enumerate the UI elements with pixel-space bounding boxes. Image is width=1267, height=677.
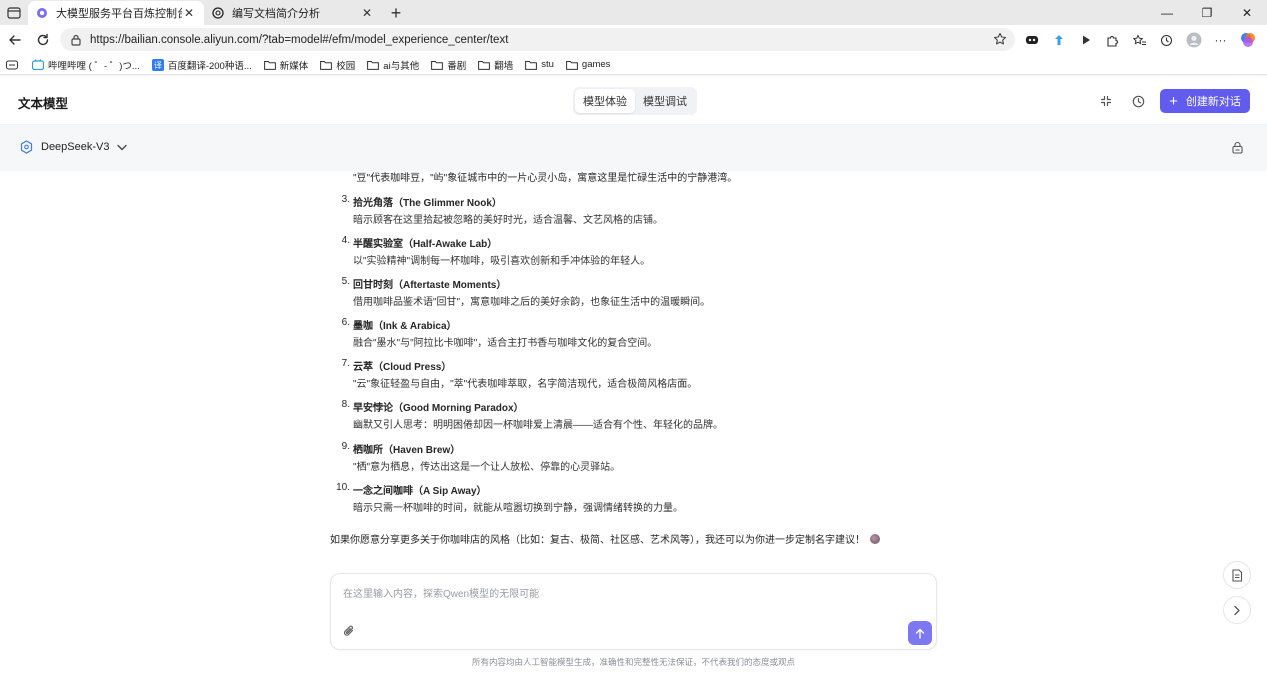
tab-actions-menu-icon[interactable] xyxy=(0,0,28,25)
item-description: 融合"墨水"与"阿拉比卡咖啡"，适合主打书香与咖啡文化的复合空间。 xyxy=(353,338,658,349)
extensions-puzzle-icon[interactable] xyxy=(1099,29,1126,51)
deepseek-model-icon xyxy=(20,140,33,154)
tab-title: 编写文档简介分析 xyxy=(232,8,320,20)
refresh-button[interactable] xyxy=(30,27,56,53)
tab-title: 大模型服务平台百炼控制台 xyxy=(56,8,182,20)
bookmark-bilibili[interactable]: 哔哩哔哩 ( ゜- ゜)つ... xyxy=(32,58,140,72)
baidu-translate-icon: 译 xyxy=(151,58,164,71)
bookmark-folder-stu[interactable]: stu xyxy=(525,59,554,70)
lock-icon[interactable] xyxy=(1231,141,1244,159)
item-title: 半醒实验室（Half-Awake Lab） xyxy=(353,239,498,250)
item-title: 栖咖所（Haven Brew） xyxy=(353,445,461,456)
folder-icon xyxy=(431,60,444,70)
favorites-icon[interactable] xyxy=(1126,29,1153,51)
extensions-row: ··· xyxy=(1018,29,1261,51)
tab-model-experience[interactable]: 模型体验 xyxy=(575,89,635,113)
app-header: 文本模型 模型体验 模型调试 + 创建新对话 xyxy=(0,76,1267,125)
bookmark-baidu-translate[interactable]: 译 百度翻译-200种语... xyxy=(151,58,252,72)
item-description: 以"实验精神"调制每一杯咖啡，吸引喜欢创新和手冲体验的年轻人。 xyxy=(353,256,651,267)
profile-avatar-icon[interactable] xyxy=(1180,29,1207,51)
item-title: 早安悖论（Good Morning Paradox） xyxy=(353,403,524,414)
folder-icon xyxy=(478,60,491,70)
bilibili-icon xyxy=(32,59,44,70)
model-name: DeepSeek-V3 xyxy=(41,141,110,153)
site-info-icon[interactable] xyxy=(70,34,84,46)
bookmark-folder-vpn[interactable]: 翻墙 xyxy=(478,58,513,72)
bookmarks-bar: 哔哩哔哩 ( ゜- ゜)つ... 译 百度翻译-200种语... 新媒体 校园 … xyxy=(0,55,1267,75)
create-new-chat-label: 创建新对话 xyxy=(1185,96,1241,108)
bookmark-folder-anime[interactable]: 番剧 xyxy=(431,58,466,72)
send-button[interactable] xyxy=(908,621,932,645)
back-button[interactable] xyxy=(2,27,28,53)
tab-openai[interactable]: 编写文档简介分析 ✕ xyxy=(204,1,382,25)
item-title: 一念之间咖啡（A Sip Away） xyxy=(353,486,487,497)
bookmark-folder-games[interactable]: games xyxy=(566,59,610,70)
model-selector-bar: DeepSeek-V3 xyxy=(0,125,1267,171)
restore-button[interactable]: ❐ xyxy=(1187,0,1227,25)
minimize-button[interactable]: — xyxy=(1147,0,1187,25)
folder-icon xyxy=(367,60,380,70)
item-description: "栖"意为栖息，传达出这是一个让人放松、停靠的心灵驿站。 xyxy=(353,462,621,473)
bookmark-folder-campus[interactable]: 校园 xyxy=(320,58,355,72)
app-page: 文本模型 模型体验 模型调试 + 创建新对话 DeepSeek-V3 "豆"代表… xyxy=(0,76,1267,677)
page-title: 文本模型 xyxy=(18,97,69,111)
item-title: 回甘时刻（Aftertaste Moments） xyxy=(353,280,507,291)
document-icon-button[interactable] xyxy=(1223,561,1251,589)
copilot-icon[interactable] xyxy=(1234,29,1261,51)
item-title: 墨咖（Ink & Arabica） xyxy=(353,321,457,332)
chat-input-box[interactable]: 在这里输入内容，探索Qwen模型的无限可能 xyxy=(330,573,937,650)
model-selector[interactable]: DeepSeek-V3 xyxy=(20,140,127,154)
folder-icon xyxy=(263,60,276,70)
svg-text:译: 译 xyxy=(154,61,162,70)
browser-tab-bar: 大模型服务平台百炼控制台 ✕ 编写文档简介分析 ✕ + — ❐ ✕ xyxy=(0,0,1267,25)
close-tab-icon[interactable]: ✕ xyxy=(182,6,196,20)
bailian-favicon-icon xyxy=(36,7,48,19)
new-tab-button[interactable]: + xyxy=(382,1,410,25)
close-window-button[interactable]: ✕ xyxy=(1227,0,1267,25)
arrow-up-icon xyxy=(915,628,925,639)
address-toolbar: https://bailian.console.aliyun.com/?tab=… xyxy=(0,25,1267,55)
url-text: https://bailian.console.aliyun.com/?tab=… xyxy=(90,33,509,46)
item-description: 借用咖啡品鉴术语"回甘"，寓意咖啡之后的美好余韵，也象征生活中的温暖瞬间。 xyxy=(353,297,711,308)
collapse-icon[interactable] xyxy=(1099,94,1113,108)
chevron-right-icon-button[interactable] xyxy=(1223,596,1251,624)
folder-icon xyxy=(525,60,538,70)
item-description: 暗示顾客在这里拾起被忽略的美好时光，适合温馨、文艺风格的店铺。 xyxy=(353,215,663,226)
openai-favicon-icon xyxy=(212,7,224,19)
favorite-star-icon[interactable] xyxy=(993,32,1007,49)
item-title: 拾光角落（The Glimmer Nook） xyxy=(353,198,502,209)
history-icon[interactable] xyxy=(1153,29,1180,51)
folder-icon xyxy=(320,60,333,70)
item-description: "云"象征轻盈与自由，"萃"代表咖啡萃取，名字简洁现代，适合极简风格店面。 xyxy=(353,379,698,390)
message-partial-line: "豆"代表咖啡豆，"屿"象征城市中的一片心灵小岛，寓意这里是忙碌生活中的宁静港湾… xyxy=(353,173,738,184)
attachment-icon[interactable] xyxy=(343,624,356,643)
extension-translate-icon[interactable] xyxy=(1045,29,1072,51)
chevron-down-icon xyxy=(116,144,127,151)
more-options-icon[interactable]: ··· xyxy=(1207,29,1234,51)
item-description: 暗示只需一杯咖啡的时间，就能从喧嚣切换到宁静，强调情绪转换的力量。 xyxy=(353,503,683,514)
coffee-emoji-icon xyxy=(870,533,880,544)
ai-disclaimer: 所有内容均由人工智能模型生成，准确性和完整性无法保证，不代表我们的态度或观点 xyxy=(471,657,795,667)
history-clock-icon[interactable] xyxy=(1131,94,1145,108)
closing-message: 如果你愿意分享更多关于你咖啡店的风格（比如：复古、极简、社区感、艺术风等），我还… xyxy=(330,531,880,546)
chat-input-placeholder[interactable]: 在这里输入内容，探索Qwen模型的无限可能 xyxy=(343,585,539,600)
create-new-chat-button[interactable]: + 创建新对话 xyxy=(1160,89,1250,113)
bookmark-folder-media[interactable]: 新媒体 xyxy=(263,58,308,72)
conversation-area: "豆"代表咖啡豆，"屿"象征城市中的一片心灵小岛，寓意这里是忙碌生活中的宁静港湾… xyxy=(0,171,1267,571)
url-bar[interactable]: https://bailian.console.aliyun.com/?tab=… xyxy=(60,28,1015,51)
folder-icon xyxy=(566,60,578,70)
mode-switch: 模型体验 模型调试 xyxy=(573,87,697,115)
tab-model-debug[interactable]: 模型调试 xyxy=(635,89,695,113)
item-title: 云萃（Cloud Press） xyxy=(353,362,452,373)
extension-controller-icon[interactable] xyxy=(1018,29,1045,51)
extension-play-icon[interactable] xyxy=(1072,29,1099,51)
window-controls: — ❐ ✕ xyxy=(1147,0,1267,25)
reading-view-icon[interactable] xyxy=(6,60,18,70)
tab-bailian[interactable]: 大模型服务平台百炼控制台 ✕ xyxy=(28,1,204,25)
plus-icon: + xyxy=(1169,92,1178,110)
close-tab-icon[interactable]: ✕ xyxy=(360,6,374,20)
item-description: 幽默又引人思考：明明困倦却因一杯咖啡爱上清晨——适合有个性、年轻化的品牌。 xyxy=(353,420,723,431)
bookmark-folder-ai[interactable]: ai与其他 xyxy=(367,58,419,72)
